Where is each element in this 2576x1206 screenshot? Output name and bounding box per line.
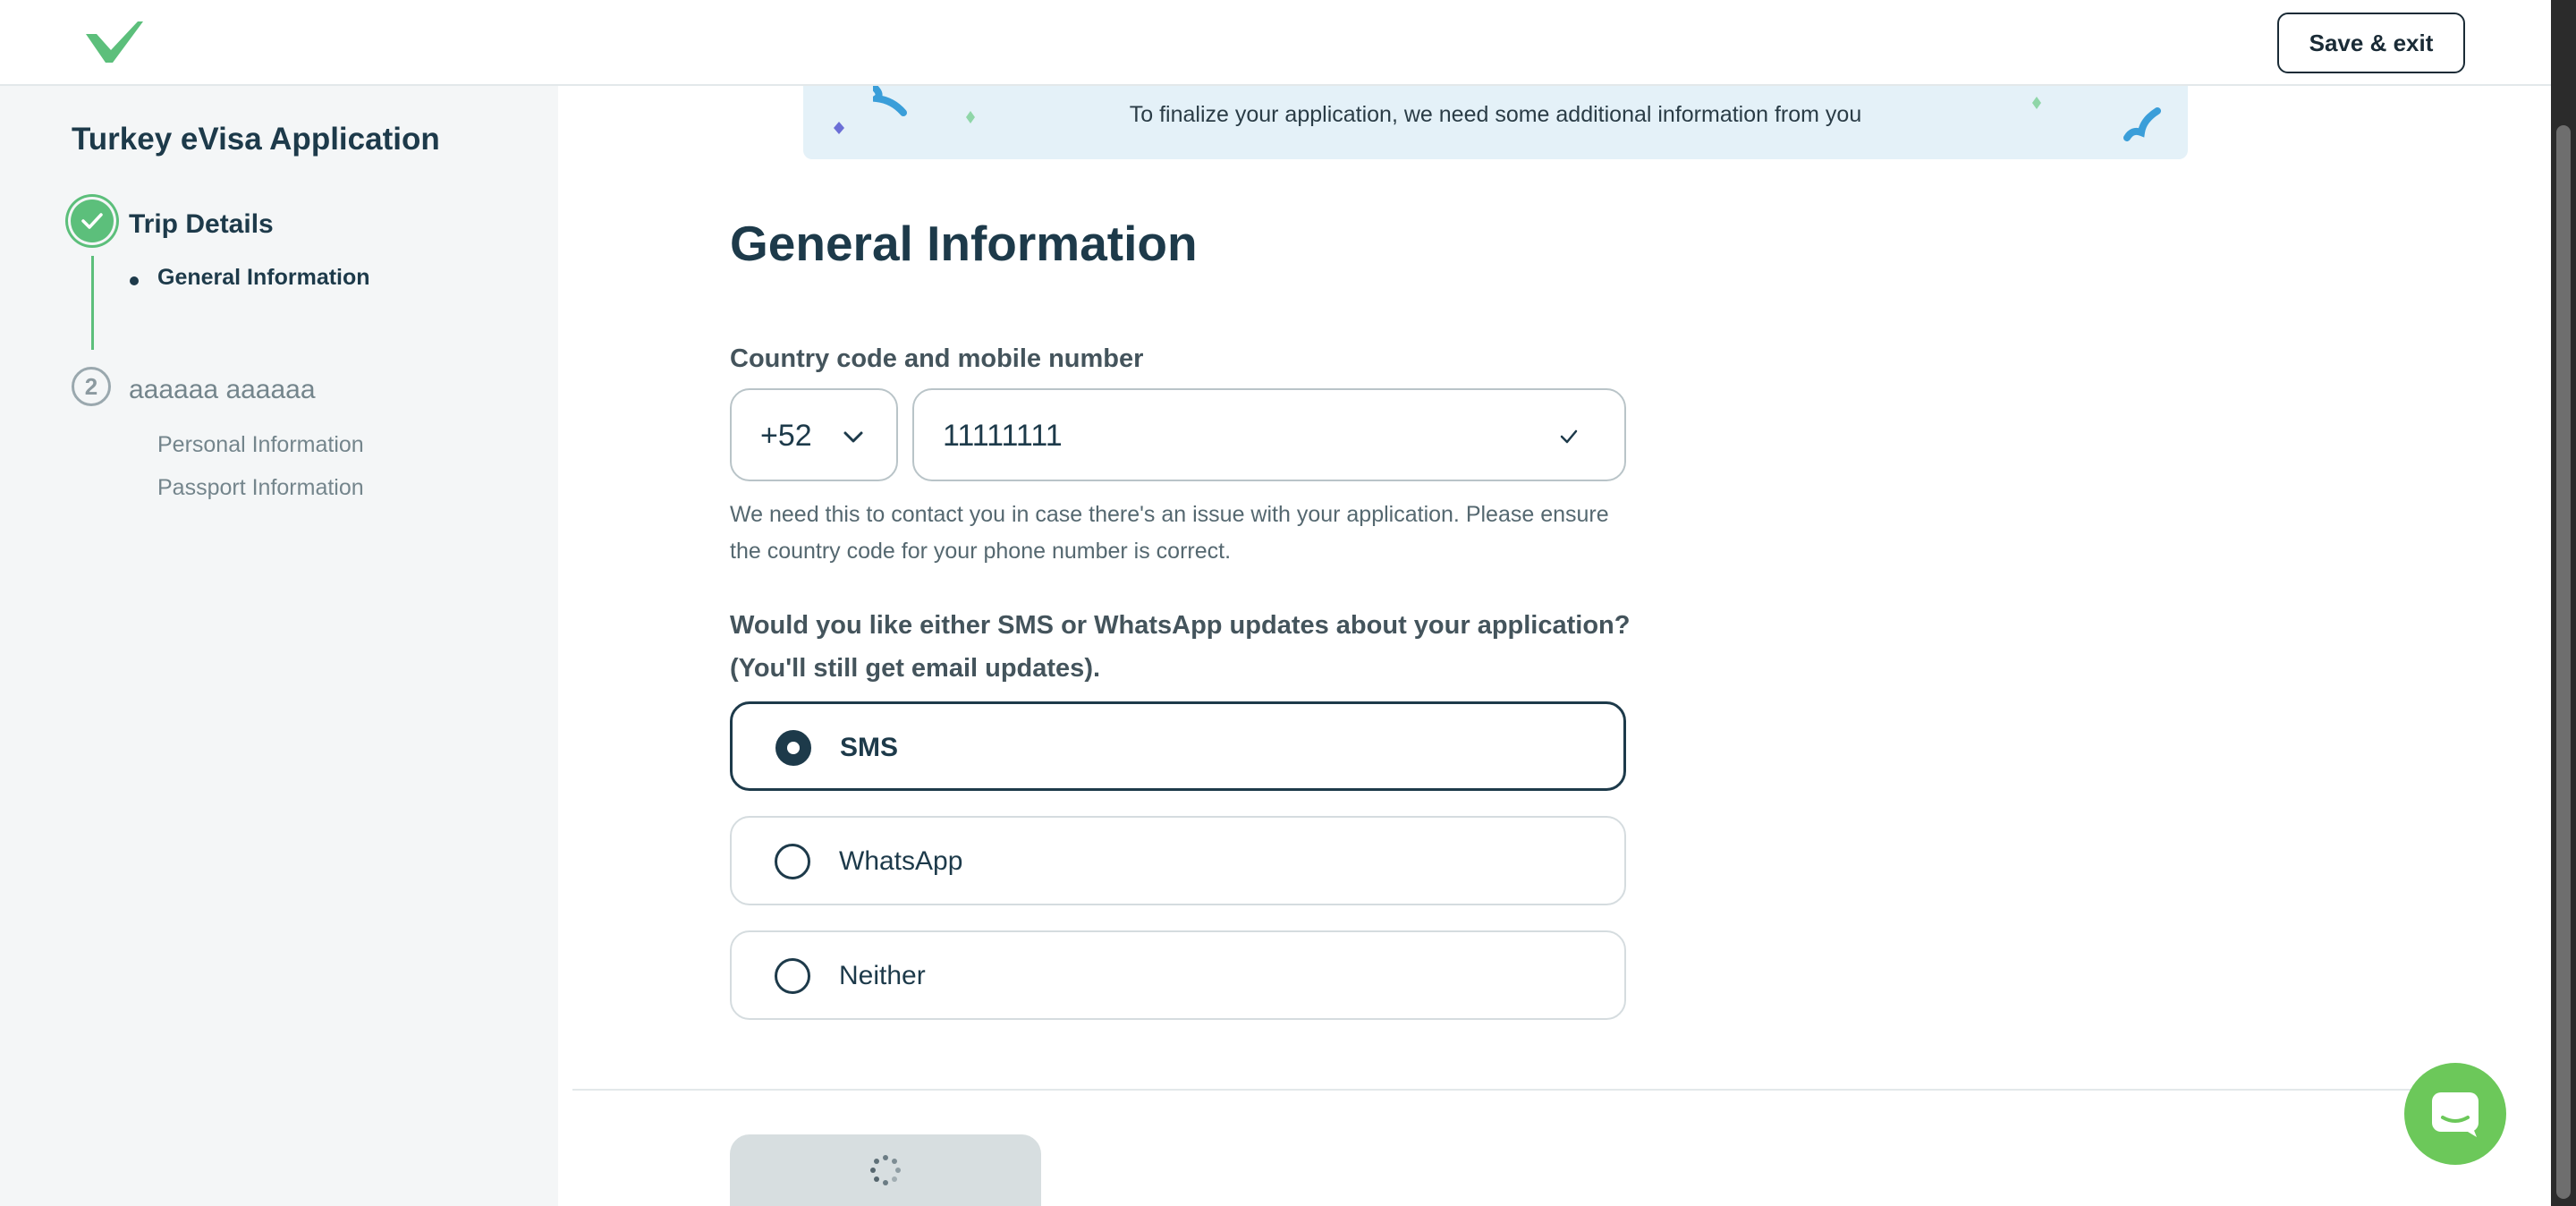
- scrollbar[interactable]: [2551, 0, 2576, 1206]
- step-2-label[interactable]: aaaaaa aaaaaa: [129, 375, 316, 405]
- active-step-bullet: [130, 276, 139, 285]
- phone-field-label: Country code and mobile number: [730, 344, 1144, 373]
- phone-helper-text: We need this to contact you in case ther…: [730, 502, 1609, 564]
- divider: [572, 1089, 2442, 1091]
- save-exit-button[interactable]: Save & exit: [2277, 13, 2465, 73]
- step-number-badge: 2: [72, 367, 111, 406]
- info-banner: To finalize your application, we need so…: [803, 86, 2188, 159]
- valid-check-icon: [1560, 429, 1578, 444]
- page-title: General Information: [730, 216, 1198, 271]
- option-sms[interactable]: SMS: [730, 701, 1626, 791]
- substep-passport-information[interactable]: Passport Information: [157, 475, 364, 501]
- checkmark-logo-icon[interactable]: [84, 20, 145, 64]
- country-code-value: +52: [760, 419, 812, 453]
- option-whatsapp[interactable]: WhatsApp: [730, 816, 1626, 905]
- substep-personal-information[interactable]: Personal Information: [157, 432, 364, 458]
- chat-support-button[interactable]: [2404, 1063, 2506, 1165]
- step-progress-line: [91, 256, 94, 350]
- chat-icon: [2432, 1092, 2479, 1137]
- application-title: Turkey eVisa Application: [72, 122, 440, 157]
- banner-text: To finalize your application, we need so…: [1129, 102, 1862, 127]
- radio-unselected[interactable]: [775, 844, 810, 879]
- option-label: WhatsApp: [839, 846, 963, 876]
- chevron-down-icon: [843, 431, 863, 443]
- option-label: SMS: [840, 733, 899, 762]
- loading-spinner-icon: [870, 1155, 901, 1185]
- radio-unselected[interactable]: [775, 958, 810, 994]
- confetti-icon: [2032, 97, 2041, 109]
- scrollbar-thumb[interactable]: [2556, 125, 2571, 1199]
- step-complete-check-icon: [71, 200, 114, 242]
- mobile-number-input[interactable]: 11111111: [912, 388, 1626, 481]
- continue-button[interactable]: [730, 1134, 1041, 1206]
- substep-general-information[interactable]: General Information: [157, 265, 370, 291]
- option-neither[interactable]: Neither: [730, 930, 1626, 1020]
- sidebar: Turkey eVisa Application Trip Details Ge…: [0, 86, 558, 1206]
- country-code-select[interactable]: +52: [730, 388, 898, 481]
- mobile-number-value[interactable]: 11111111: [943, 419, 1515, 454]
- step-trip-details[interactable]: Trip Details: [129, 209, 274, 240]
- updates-question: Would you like either SMS or WhatsApp up…: [730, 611, 1631, 683]
- option-label: Neither: [839, 961, 926, 990]
- radio-selected[interactable]: [775, 730, 811, 766]
- confetti-icon: [2123, 107, 2161, 141]
- top-bar: Save & exit: [0, 0, 2551, 86]
